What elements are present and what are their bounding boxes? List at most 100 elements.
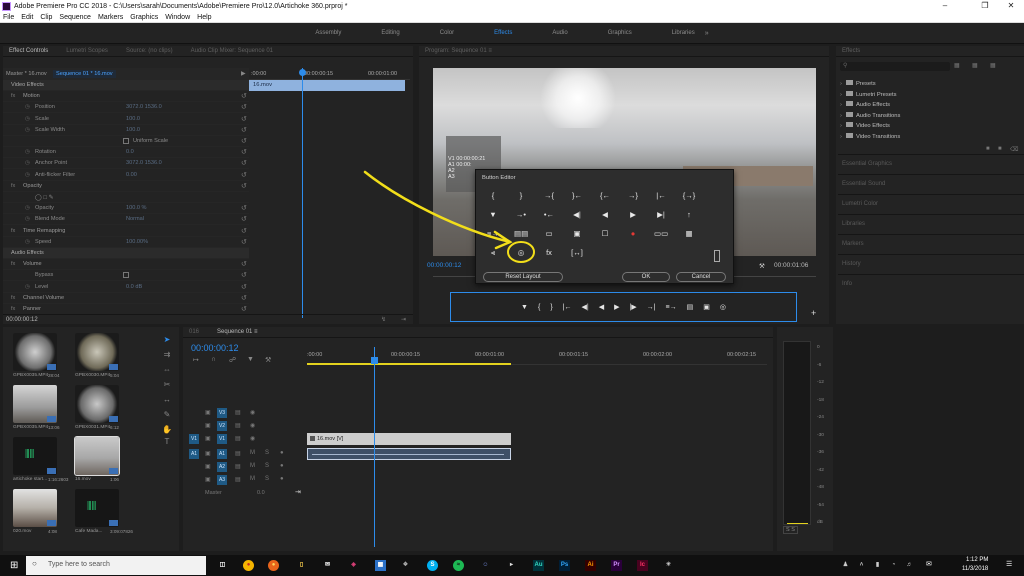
button-editor-item-4-4[interactable]: [↔] (570, 247, 584, 259)
slip-tool[interactable]: ↔ (162, 395, 172, 405)
effect-property-row[interactable]: ◷ Opacity 100.0 % ↺ (3, 203, 249, 215)
audition-icon[interactable]: Au (533, 560, 544, 571)
effect-property-row[interactable]: ◷ Rotation 0.0 ↺ (3, 147, 249, 159)
expand-chevron-icon[interactable]: › (840, 113, 842, 119)
effect-property-row[interactable]: Uniform Scale ↺ (3, 136, 249, 147)
taskbar-clock-date[interactable]: 11/3/2018 (962, 566, 988, 572)
effect-property-row[interactable]: fx Volume ↺ (3, 259, 249, 271)
sync-lock-icon[interactable]: ▤ (235, 422, 241, 429)
transport-button[interactable]: |▶ (629, 303, 636, 311)
yuv-effects-icon[interactable]: ▦ (990, 62, 996, 69)
transport-button[interactable]: ▼ (521, 304, 528, 311)
jump-to-end-icon[interactable]: ⇥ (295, 488, 301, 496)
stopwatch-icon[interactable]: ◷ (25, 127, 30, 133)
project-item-thumbnail[interactable]: ⫼⫼ (13, 437, 57, 475)
menu-markers[interactable]: Markers (98, 14, 123, 21)
track-target-v3[interactable]: V3 (217, 408, 227, 418)
button-editor-item-1-4[interactable]: }← (570, 190, 584, 202)
fx-toggle-icon[interactable]: fx (11, 306, 15, 312)
source-patch-v1[interactable]: V1 (189, 434, 199, 444)
accelerated-effects-icon[interactable]: ▦ (954, 62, 960, 69)
panel-tab-essential-sound[interactable]: Essential Sound (838, 174, 1024, 193)
effect-property-row[interactable]: ◷ Scale Width 100.0 ↺ (3, 125, 249, 136)
transport-button[interactable]: ▶ (614, 303, 619, 311)
menu-file[interactable]: File (3, 14, 14, 21)
button-editor-item-4-3[interactable]: fx (542, 247, 556, 259)
effect-property-value[interactable]: 3072.0 1536.0 (126, 160, 162, 166)
button-editor-item-1-8[interactable]: {→} (682, 190, 696, 202)
stopwatch-icon[interactable]: ◷ (25, 172, 30, 178)
solo-button[interactable]: S (265, 450, 269, 456)
expand-chevron-icon[interactable]: › (840, 102, 842, 108)
fx-toggle-icon[interactable]: fx (11, 183, 15, 189)
stopwatch-icon[interactable]: ◷ (25, 104, 30, 110)
reset-parameter-icon[interactable]: ↺ (241, 137, 247, 145)
misc-app-icon[interactable]: ☀ (663, 560, 674, 571)
effect-property-row[interactable]: Video Effects (3, 80, 249, 91)
solo-buttons[interactable]: S S (783, 526, 798, 534)
video-clip-16mov[interactable]: 16.mov [V] (307, 433, 511, 445)
reset-parameter-icon[interactable]: ↺ (241, 260, 247, 268)
effect-property-value[interactable]: 100.0 % (126, 205, 147, 211)
effect-property-row[interactable]: ◷ Anti-flicker Filter 0.00 ↺ (3, 170, 249, 181)
effect-property-row[interactable]: ◯ □ ✎ (3, 192, 249, 203)
transport-button[interactable]: ≡→ (666, 304, 677, 311)
source-patch-a1[interactable]: A1 (189, 449, 199, 459)
menu-help[interactable]: Help (197, 14, 211, 21)
pen-tool[interactable]: ✎ (162, 410, 172, 420)
reset-parameter-icon[interactable]: ↺ (241, 204, 247, 212)
task-view-icon[interactable]: ◫ (217, 560, 228, 571)
effect-property-value[interactable]: 3072.0 1536.0 (126, 104, 162, 110)
lock-track-icon[interactable]: ▣ (205, 422, 211, 429)
chrome-icon[interactable]: ● (243, 560, 254, 571)
master-clip-selector[interactable]: Master * 16.mov (6, 71, 47, 77)
voice-over-mic-icon[interactable]: ● (280, 450, 284, 456)
panel-menu-icon[interactable]: ⇥ (401, 316, 406, 323)
transport-button[interactable]: } (550, 304, 552, 311)
filter-property-icon[interactable]: ↯ (381, 316, 386, 323)
add-button-icon[interactable]: + (811, 308, 816, 318)
nest-toggle-icon[interactable]: ↦ (193, 356, 199, 364)
reset-parameter-icon[interactable]: ↺ (241, 159, 247, 167)
start-button-icon[interactable]: ⊞ (10, 560, 18, 571)
workspace-assembly[interactable]: Assembly (315, 30, 341, 36)
expand-chevron-icon[interactable]: › (840, 134, 842, 140)
expand-chevron-icon[interactable]: › (840, 92, 842, 98)
track-target-a1[interactable]: A1 (217, 449, 227, 459)
effect-property-value[interactable]: 100.00% (126, 239, 148, 245)
lock-track-icon[interactable]: ▣ (205, 463, 211, 470)
button-editor-item-3-5[interactable]: ☐ (598, 228, 612, 240)
effect-property-row[interactable]: Audio Effects (3, 248, 249, 259)
menu-clip[interactable]: Clip (40, 14, 52, 21)
effect-property-row[interactable]: fx Channel Volume ↺ (3, 293, 249, 304)
reset-parameter-icon[interactable]: ↺ (241, 227, 247, 235)
button-editor-item-3-8[interactable]: ▦ (682, 228, 696, 240)
photoshop-icon[interactable]: Ps (559, 560, 570, 571)
menu-graphics[interactable]: Graphics (130, 14, 158, 21)
close-button[interactable]: ✕ (998, 0, 1024, 12)
fx-toggle-icon[interactable]: fx (11, 93, 15, 99)
sequence-clip-selector[interactable]: Sequence 01 * 16.mov (53, 70, 116, 78)
taskbar-search-input[interactable]: ○ Type here to search (26, 556, 206, 575)
track-target-a3[interactable]: A3 (217, 475, 227, 485)
effect-property-value[interactable]: 100.0 (126, 127, 140, 133)
workspace-editing[interactable]: Editing (381, 30, 399, 36)
stopwatch-icon[interactable]: ◷ (25, 239, 30, 245)
timeline-settings-icon[interactable]: ⚒ (265, 356, 271, 364)
workspace-effects[interactable]: Effects (494, 30, 512, 36)
sync-lock-icon[interactable]: ▤ (235, 435, 241, 442)
tab-sequence-01[interactable]: Sequence 01 ≡ (217, 329, 258, 335)
battery-icon[interactable]: ▮ (872, 560, 883, 571)
reset-parameter-icon[interactable]: ↺ (241, 115, 247, 123)
track-select-tool[interactable]: ⇉ (162, 350, 172, 360)
tab-016[interactable]: 016 (189, 329, 199, 335)
button-editor-item-2-6[interactable]: ▶ (626, 209, 640, 221)
stopwatch-icon[interactable]: ◷ (25, 216, 30, 222)
timeline-playhead-line[interactable] (374, 347, 375, 547)
sync-lock-icon[interactable]: ▤ (235, 450, 241, 457)
button-editor-item-3-6[interactable]: ● (626, 228, 640, 240)
reset-parameter-icon[interactable]: ↺ (241, 103, 247, 111)
spotify-icon[interactable]: ≈ (453, 560, 464, 571)
button-editor-item-1-5[interactable]: {← (598, 190, 612, 202)
mute-button[interactable]: M (250, 463, 255, 469)
